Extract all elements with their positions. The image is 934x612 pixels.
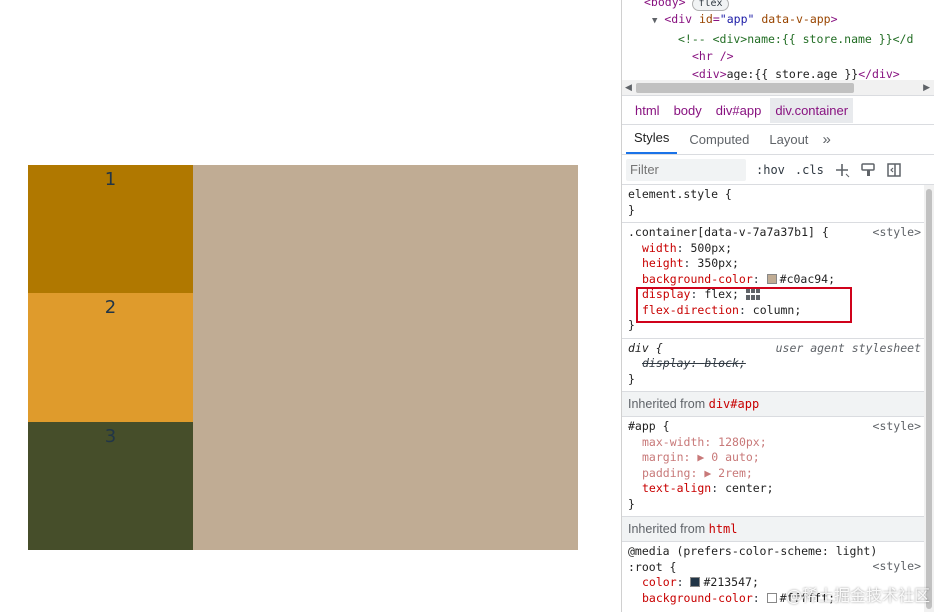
cls-button[interactable]: .cls (795, 163, 824, 177)
prop-value[interactable]: #c0ac94; (780, 272, 835, 286)
tag-text: </div> (858, 67, 900, 80)
prop-name[interactable]: text-align (628, 481, 711, 495)
attr-value: "app" (719, 12, 755, 26)
tag-text: <body> (644, 0, 686, 9)
prop-value[interactable]: #213547; (703, 575, 758, 589)
node-text: age:{{ store.age }} (726, 67, 859, 80)
tree-node-body[interactable]: <body> flex (644, 0, 729, 11)
scrollbar-thumb[interactable] (636, 83, 854, 93)
more-tabs-icon[interactable]: » (820, 131, 834, 154)
rule-app: <style> #app { max-width: 1280px; margin… (622, 417, 925, 517)
tree-node-app[interactable]: ▼ <div id="app" data-v-app> (652, 12, 838, 26)
expand-triangle-icon[interactable]: ▼ (652, 16, 657, 26)
flex-item-label: 3 (104, 425, 117, 447)
vertical-scrollbar[interactable] (924, 185, 934, 612)
inherited-ref-link[interactable]: div#app (709, 397, 760, 411)
inherited-header-app: Inherited from div#app (622, 392, 925, 417)
filter-input[interactable] (626, 158, 746, 181)
prop-value[interactable]: 1280px; (718, 435, 766, 449)
breadcrumb-div-app[interactable]: div#app (711, 98, 767, 123)
rule-close: } (628, 371, 635, 386)
add-rule-icon[interactable] (834, 162, 850, 178)
prop-name[interactable]: background-color (628, 591, 753, 605)
rule-close: } (628, 496, 635, 511)
breadcrumb: html body div#app div.container (622, 97, 934, 125)
attr-name: data-v-app (761, 12, 831, 26)
watermark: @稀土掘金技术社区 (785, 586, 930, 605)
inherited-ref-link[interactable]: html (709, 522, 738, 536)
flex-item-label: 1 (104, 169, 117, 190)
breadcrumb-body[interactable]: body (669, 98, 707, 123)
flex-item-label: 2 (104, 297, 117, 319)
hov-button[interactable]: :hov (756, 163, 785, 177)
paint-brush-icon[interactable] (860, 162, 876, 178)
tree-node-div[interactable]: <div>age:{{ store.age }}</div> (692, 67, 900, 80)
color-swatch-icon[interactable] (766, 592, 777, 603)
rule-div-ua: user agent stylesheet div { display: blo… (622, 339, 925, 392)
prop-name[interactable]: margin (628, 450, 684, 464)
styles-pane: element.style { } <style> .container[dat… (622, 185, 925, 610)
flex-item-3[interactable]: 3 (28, 421, 193, 550)
rule-source-link[interactable]: <style> (873, 559, 921, 573)
color-swatch-icon[interactable] (690, 577, 701, 587)
rule-selector[interactable]: element.style { (628, 187, 919, 203)
flex-item-1[interactable]: 1 (28, 165, 193, 294)
prop-value[interactable]: 0 auto; (711, 450, 759, 464)
styles-tabs: Styles Computed Layout » (622, 125, 934, 155)
flex-item-2[interactable]: 2 (28, 293, 193, 422)
breadcrumb-html[interactable]: html (630, 98, 665, 123)
tag-text: <div> (692, 67, 727, 80)
prop-value[interactable]: center; (725, 481, 773, 495)
breadcrumb-div-container[interactable]: div.container (770, 98, 854, 123)
highlight-annotation-box (636, 287, 852, 323)
rule-source-label: user agent stylesheet (775, 340, 921, 355)
tag-text: <div (664, 12, 693, 26)
tree-node-hr[interactable]: <hr /> (692, 49, 734, 63)
prop-value[interactable]: 350px; (697, 256, 739, 270)
rule-source-link[interactable]: <style> (873, 225, 921, 239)
inherited-label: Inherited from (628, 397, 706, 411)
toggle-sidebar-icon[interactable] (886, 162, 902, 178)
tree-node-comment[interactable]: <!-- <div>name:{{ store.name }}</d (678, 32, 913, 46)
rule-element-style: element.style { } (622, 185, 925, 223)
filter-bar: :hov .cls (622, 155, 934, 185)
container-background (193, 165, 578, 550)
flex-badge[interactable]: flex (692, 0, 729, 11)
media-query[interactable]: @media (prefers-color-scheme: light) (628, 544, 919, 560)
prop-name[interactable]: background-color (628, 272, 753, 286)
color-swatch-icon[interactable] (766, 273, 777, 284)
prop-name[interactable]: padding (628, 466, 690, 480)
prop-name[interactable]: max-width (628, 435, 704, 449)
rule-source-link[interactable]: <style> (873, 419, 921, 433)
scroll-right-icon[interactable]: ▶ (923, 82, 930, 93)
prop-name[interactable]: height (628, 256, 684, 270)
tab-computed[interactable]: Computed (681, 132, 757, 154)
scrollbar-thumb[interactable] (926, 189, 932, 609)
horizontal-scrollbar[interactable]: ◀ ▶ (622, 80, 934, 96)
tab-layout[interactable]: Layout (761, 132, 816, 154)
overridden-prop: display: block; (642, 356, 746, 370)
elements-tree: <body> flex ▼ <div id="app" data-v-app> … (622, 0, 934, 80)
tab-styles[interactable]: Styles (626, 130, 678, 154)
tag-close: > (830, 12, 838, 26)
inherited-label: Inherited from (628, 522, 706, 536)
page-viewport: 1 2 3 (0, 0, 621, 612)
prop-value[interactable]: 500px; (690, 241, 732, 255)
scroll-left-icon[interactable]: ◀ (625, 82, 632, 93)
prop-name[interactable]: width (628, 241, 677, 255)
attr-name: id (699, 12, 713, 26)
inherited-header-html: Inherited from html (622, 517, 925, 542)
prop-name[interactable]: color (628, 575, 677, 589)
prop-value[interactable]: 2rem; (718, 466, 753, 480)
rule-close: } (628, 202, 635, 217)
